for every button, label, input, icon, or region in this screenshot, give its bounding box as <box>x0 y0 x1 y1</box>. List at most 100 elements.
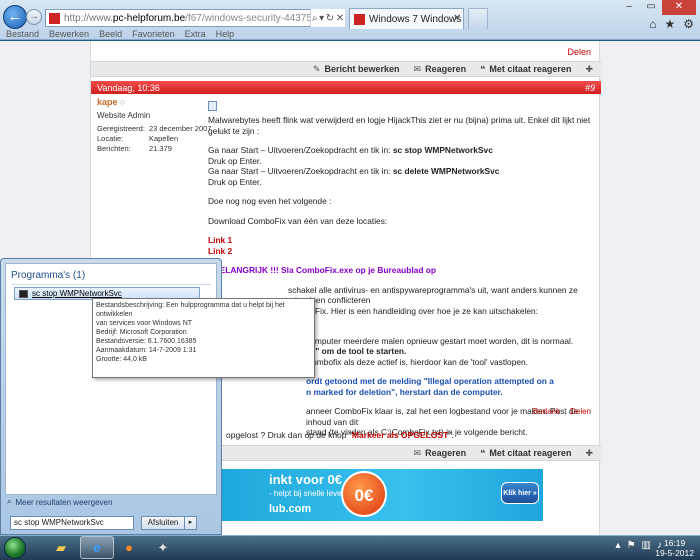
toolbar-icons: ⌂ ★ ⚙ <box>649 17 694 31</box>
quote-reply-button[interactable]: ❝ Met citaat reageren <box>480 448 571 459</box>
maximize-button[interactable]: ▭ <box>640 0 662 15</box>
shutdown-options-button[interactable]: ▸ <box>185 516 197 530</box>
reply-button[interactable]: ✉ Reageren <box>414 448 467 459</box>
posts-value: 21.379 <box>148 144 172 153</box>
download-links: Link 1 Link 2 <box>208 235 593 256</box>
dropdown-icon[interactable]: ▾ <box>319 13 324 24</box>
window-controls: – ▭ ✕ <box>618 0 696 15</box>
network-icon[interactable]: ▥ <box>642 540 651 551</box>
quote-reply-label: Met citaat reageren <box>489 448 572 458</box>
refresh-icon[interactable]: ↻ <box>326 13 334 24</box>
posts-label: Berichten: <box>97 144 131 153</box>
user-info: kape ○ Website Admin Geregistreerd: 23 de… <box>97 97 211 154</box>
flag-icon[interactable]: ⚑ <box>627 540 636 551</box>
post-document-icon <box>208 101 217 111</box>
close-window-button[interactable]: ✕ <box>662 0 696 15</box>
gear-icon[interactable]: ⚙ <box>683 17 694 31</box>
stop-icon[interactable]: ✕ <box>336 13 344 24</box>
ad-click-button[interactable]: Klik hier » <box>501 482 539 504</box>
address-bar[interactable]: http://www. pc-helpforum.be/f67/windows-s… <box>45 9 345 27</box>
menu-help[interactable]: Help <box>216 29 235 41</box>
post-instructions: Ga naar Start – Uitvoeren/Zoekopdracht e… <box>208 145 500 187</box>
post-number[interactable]: #9 <box>585 83 595 93</box>
important-note: * BELANGRIJK !!! Sla ComboFix.exe op je … <box>208 265 437 275</box>
tray-up-icon[interactable]: ▴ <box>616 540 621 551</box>
tooltip-line: Bedrijf: Microsoft Corporation <box>96 329 187 336</box>
post-body: Malwarebytes heeft flink wat verwijderd … <box>208 115 593 447</box>
firefox-icon: ● <box>125 540 133 555</box>
username[interactable]: kape ○ <box>97 97 207 107</box>
search-result-label: sc stop WMPNetworkSvc <box>32 289 122 298</box>
location-value: Kapellen <box>148 134 179 143</box>
edit-label: Bericht bewerken <box>324 64 400 74</box>
share-link[interactable]: Delen <box>570 407 591 416</box>
start-button[interactable] <box>4 537 26 559</box>
favorites-star-icon[interactable]: ★ <box>664 17 675 31</box>
post-warning: ordt getoond met de melding "Illegal ope… <box>306 376 554 397</box>
programs-heading[interactable]: Programma's (1) <box>11 270 85 281</box>
ad-brand: lub.com <box>269 503 312 515</box>
magnifier-icon: ⌕ <box>7 497 12 506</box>
forward-button[interactable]: → <box>26 9 42 25</box>
home-icon[interactable]: ⌂ <box>649 17 656 31</box>
ie-icon: e <box>93 540 101 555</box>
menu-bestand[interactable]: Bestand <box>6 29 39 41</box>
registered-value: 23 december 2007 <box>148 124 212 133</box>
tooltip-line: Bestandsbeschrijving: Een hulpprogramma … <box>96 302 285 318</box>
post-date: Vandaag, 10:36 <box>97 82 160 93</box>
reply-label: Reageren <box>425 64 467 74</box>
tools-icon: ✦ <box>157 539 169 555</box>
search-icon[interactable]: ⌕ <box>312 13 318 24</box>
share-link[interactable]: Delen <box>567 47 591 57</box>
close-tab-icon[interactable]: ✕ <box>453 13 461 24</box>
tooltip-line: van services voor Windows NT <box>96 320 193 327</box>
tab-favicon-icon <box>354 13 365 25</box>
download-link-2[interactable]: Link 2 <box>208 246 232 256</box>
back-button[interactable]: ← <box>3 5 27 29</box>
url-path: /f67/windows-security-44375/ <box>185 12 315 24</box>
shutdown-button[interactable]: Afsluiten <box>141 516 185 530</box>
ad-price-badge: 0€ <box>341 471 387 517</box>
multiquote-icon: ✚ <box>585 63 593 74</box>
more-results-link[interactable]: ⌕ Meer resultaten weergeven <box>7 497 112 507</box>
menu-beeld[interactable]: Beeld <box>99 29 122 41</box>
download-link-1[interactable]: Link 1 <box>208 235 232 245</box>
reply-button[interactable]: ✉ Reageren <box>414 64 467 75</box>
edit-post-button[interactable]: ✎ Bericht bewerken <box>313 64 400 75</box>
console-icon <box>19 289 28 298</box>
menu-extra[interactable]: Extra <box>185 29 206 41</box>
tooltip-line: Bestandsversie: 6.1.7600.16385 <box>96 338 197 345</box>
post-paragraph: Doe nog nog even het volgende : <box>208 196 332 206</box>
taskbar-firefox[interactable]: ● <box>112 536 146 559</box>
multiquote-button[interactable]: ✚ <box>585 448 593 459</box>
menu-favorieten[interactable]: Favorieten <box>132 29 175 41</box>
reply-icon: ✉ <box>413 447 422 458</box>
start-search-input[interactable]: sc stop WMPNetworkSvc <box>10 516 134 530</box>
taskbar-internet-explorer[interactable]: e <box>80 536 114 559</box>
minimize-button[interactable]: – <box>618 0 640 15</box>
multiquote-icon: ✚ <box>585 447 593 458</box>
taskbar-explorer[interactable]: ▰ <box>44 536 78 559</box>
triangle-right-icon: ▸ <box>188 519 193 526</box>
taskbar-clock[interactable]: 16:19 19-5-2012 <box>655 538 694 558</box>
folder-icon: ▰ <box>56 539 66 555</box>
mark-solved-text: Markeer als OPGELOST <box>351 430 449 440</box>
quote-reply-button[interactable]: ❝ Met citaat reageren <box>480 64 571 75</box>
address-bar-buttons: ⌕ ▾ ↻ ✕ <box>310 9 345 27</box>
tooltip-line: Aanmaakdatum: 14-7-2009 1:31 <box>96 347 197 354</box>
new-tab-button[interactable] <box>468 8 488 29</box>
site-favicon-icon <box>49 12 60 24</box>
multiquote-button[interactable]: ✚ <box>585 64 593 75</box>
tab-title: Windows 7 Windows Security <box>369 13 463 25</box>
menu-bewerken[interactable]: Bewerken <box>49 29 89 41</box>
reply-icon: ✉ <box>413 63 422 74</box>
registered-label: Geregistreerd: <box>97 124 145 133</box>
divider <box>11 284 211 285</box>
location-label: Locatie: <box>97 134 124 143</box>
quote-icon: ❝ <box>480 63 486 74</box>
ad-banner[interactable]: inkt voor 0€ - helpt bij snelle levering… <box>191 469 543 521</box>
tab-windows-security[interactable]: Windows 7 Windows Security <box>349 8 464 29</box>
taskbar-tool[interactable]: ✦ <box>146 536 180 559</box>
thank-link[interactable]: Bedank <box>533 407 560 416</box>
post-paragraph: Malwarebytes heeft flink wat verwijderd … <box>208 115 591 136</box>
